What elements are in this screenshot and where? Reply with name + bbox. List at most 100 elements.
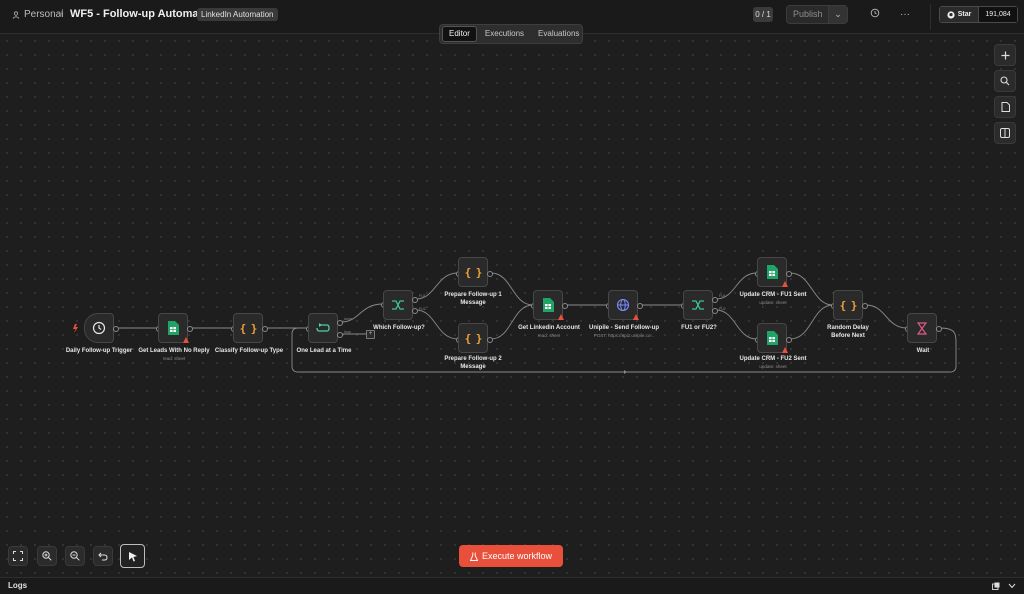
- zoom-in-icon: [42, 551, 52, 561]
- tab-evaluations[interactable]: Evaluations: [532, 27, 585, 41]
- logs-title: Logs: [8, 581, 28, 590]
- node-label: Prepare Follow-up 2 Message: [444, 356, 502, 370]
- loop-back-arrow: [624, 370, 627, 374]
- clock-icon: [92, 321, 106, 335]
- output-port[interactable]: [786, 271, 792, 277]
- active-counter: 0 / 1: [753, 7, 773, 22]
- divider: [930, 4, 931, 30]
- code-braces-icon: { }: [839, 298, 858, 312]
- execute-label: Execute workflow: [481, 551, 553, 561]
- output-port[interactable]: [786, 337, 792, 343]
- node-one-lead[interactable]: [308, 313, 338, 343]
- pointer-mode-button[interactable]: [120, 544, 145, 568]
- panel-toggle-icon: [1000, 128, 1010, 138]
- toggle-panel-button[interactable]: [994, 122, 1016, 144]
- branch-label: done: [344, 317, 352, 321]
- code-braces-icon: { }: [239, 321, 258, 335]
- node-label: Wait: [916, 348, 930, 354]
- output-port[interactable]: [562, 303, 568, 309]
- warning-icon: [782, 281, 788, 287]
- tab-editor[interactable]: Editor: [442, 26, 477, 42]
- undo-button[interactable]: [93, 546, 113, 566]
- output-port-done[interactable]: [337, 320, 343, 326]
- node-label: Update CRM - FU2 Sent: [739, 356, 807, 362]
- history-icon[interactable]: [868, 8, 882, 22]
- star-count: 191,084: [978, 7, 1017, 22]
- output-port[interactable]: [487, 337, 493, 343]
- node-random-delay[interactable]: { }: [833, 290, 863, 320]
- code-braces-icon: { }: [464, 331, 483, 345]
- google-sheets-icon: [767, 265, 778, 279]
- github-star-button[interactable]: Star 191,084: [939, 6, 1018, 23]
- tab-executions[interactable]: Executions: [479, 27, 530, 41]
- warning-icon: [633, 314, 639, 320]
- google-sheets-icon: [168, 321, 179, 335]
- chevron-down-icon[interactable]: [1008, 583, 1016, 589]
- node-label: One Lead at a Time: [296, 348, 352, 354]
- workflow-canvas[interactable]: + Daily Follow-up Trigger Get Leads With…: [0, 34, 1024, 577]
- project-name: Personal: [24, 9, 64, 20]
- warning-icon: [782, 347, 788, 353]
- flask-icon: [469, 552, 478, 561]
- node-label: Which Follow-up?: [373, 325, 425, 331]
- branch-label: FU1: [419, 294, 426, 298]
- search-nodes-button[interactable]: [994, 70, 1016, 92]
- workflow-tag[interactable]: LinkedIn Automation: [197, 8, 278, 21]
- code-braces-icon: { }: [464, 265, 483, 279]
- node-label: FU1 or FU2?: [681, 325, 717, 331]
- zoom-in-button[interactable]: [37, 546, 57, 566]
- output-port[interactable]: [637, 303, 643, 309]
- output-port[interactable]: [862, 303, 868, 309]
- output-port-loop[interactable]: [337, 332, 343, 338]
- node-label: Prepare Follow-up 1 Message: [444, 292, 502, 306]
- trigger-lightning-icon: [73, 324, 78, 333]
- output-port[interactable]: [113, 326, 119, 332]
- execute-workflow-button[interactable]: Execute workflow: [459, 545, 563, 567]
- sticky-note-icon: [1001, 102, 1010, 112]
- output-port[interactable]: [187, 326, 193, 332]
- fit-view-button[interactable]: [8, 546, 28, 566]
- branch-label: FU2: [719, 307, 726, 311]
- output-port[interactable]: [262, 326, 268, 332]
- logs-panel-bar[interactable]: Logs: [0, 577, 1024, 594]
- node-which-followup[interactable]: [383, 290, 413, 320]
- node-fu1-or-fu2[interactable]: [683, 290, 713, 320]
- fit-view-icon: [13, 551, 23, 561]
- node-subtitle: POST: https://api2.unipile.co...: [593, 333, 655, 338]
- publish-label: Publish: [793, 9, 823, 19]
- more-options-icon[interactable]: ···: [898, 8, 912, 22]
- output-port-fu2[interactable]: [712, 308, 718, 314]
- output-port[interactable]: [936, 326, 942, 332]
- node-prepare-fu2[interactable]: { }: [458, 323, 488, 353]
- output-port-fu1[interactable]: [412, 297, 418, 303]
- node-subtitle: update: sheet: [759, 300, 787, 305]
- warning-icon: [183, 337, 189, 343]
- node-daily-trigger[interactable]: [84, 313, 114, 343]
- breadcrumb-project[interactable]: Personal: [12, 9, 63, 20]
- hourglass-icon: [917, 321, 927, 335]
- add-sticky-note-button[interactable]: [994, 96, 1016, 118]
- output-port-fu2[interactable]: [412, 308, 418, 314]
- publish-button[interactable]: Publish ⌄: [786, 5, 848, 24]
- node-classify[interactable]: { }: [233, 313, 263, 343]
- search-icon: [1000, 76, 1010, 86]
- pointer-icon: [128, 551, 137, 561]
- zoom-out-button[interactable]: [65, 546, 85, 566]
- node-subtitle: update: sheet: [759, 364, 787, 369]
- switch-icon: [692, 300, 704, 310]
- loop-icon: [316, 323, 330, 332]
- view-tabs: Editor Executions Evaluations: [439, 24, 583, 44]
- breadcrumb-separator: /: [60, 8, 64, 20]
- output-port[interactable]: [487, 271, 493, 277]
- node-label: Update CRM - FU1 Sent: [739, 292, 807, 298]
- popout-icon[interactable]: [992, 582, 1000, 590]
- add-node-button[interactable]: [994, 44, 1016, 66]
- node-wait[interactable]: [907, 313, 937, 343]
- undo-icon: [98, 552, 108, 560]
- connections-layer: [73, 272, 957, 374]
- branch-label: FU2: [419, 307, 426, 311]
- chevron-down-icon[interactable]: ⌄: [828, 6, 847, 23]
- node-prepare-fu1[interactable]: { }: [458, 257, 488, 287]
- node-subtitle: read: sheet: [162, 356, 186, 361]
- switch-icon: [392, 300, 404, 310]
